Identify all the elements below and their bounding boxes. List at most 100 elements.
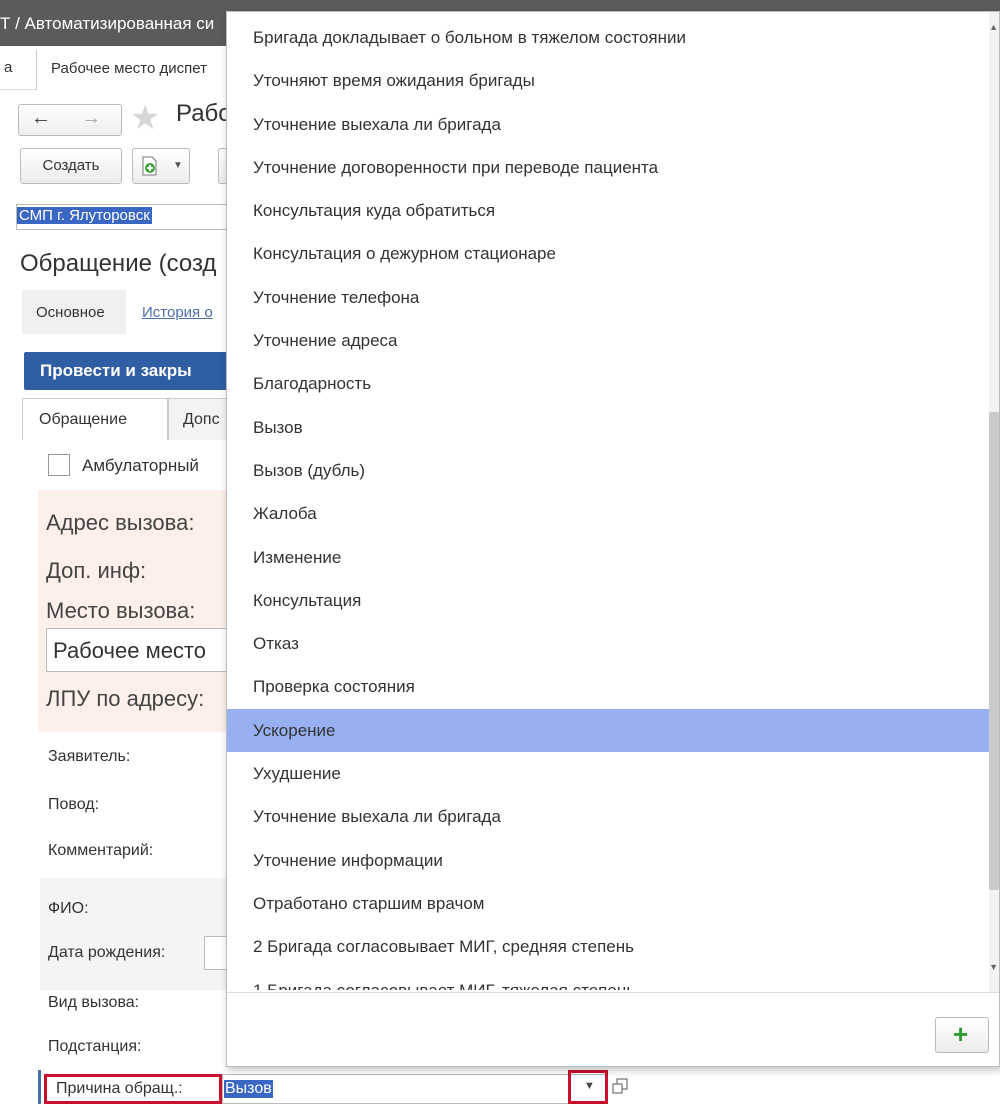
window-title: Т / Автоматизированная си — [0, 14, 215, 33]
back-arrow-icon[interactable]: ← — [31, 107, 51, 130]
appeal-reason-field[interactable] — [222, 1074, 608, 1104]
dropdown-item[interactable]: Уточнение адреса — [227, 319, 993, 362]
dropdown-item-label: Бригада докладывает о больном в тяжелом … — [253, 28, 686, 47]
dropdown-item-label: Консультация о дежурном стационаре — [253, 244, 556, 264]
post-and-close-button[interactable]: Провести и закры — [24, 352, 234, 390]
tab-previous[interactable]: а — [4, 59, 12, 76]
dropdown-item[interactable]: Уточнение договоренности при переводе па… — [227, 146, 993, 189]
reason-label: Повод: — [48, 796, 100, 813]
appeal-reason-dropdown: Бригада докладывает о больном в тяжелом … — [226, 11, 1000, 1067]
organization-value: СМП г. Ялуторовск — [17, 207, 152, 224]
extra-info-label: Доп. инф: — [46, 558, 147, 583]
substation-label: Подстанция: — [48, 1038, 142, 1055]
scrollbar-thumb[interactable] — [989, 412, 999, 890]
dropdown-item[interactable]: Благодарность — [227, 362, 993, 405]
tab-main[interactable]: Основное — [22, 290, 126, 334]
favorite-star-icon[interactable]: ★ — [130, 98, 160, 138]
dropdown-item[interactable]: Консультация — [227, 579, 993, 622]
dropdown-item[interactable]: Уточнение выехала ли бригада — [227, 795, 993, 838]
dropdown-item-label: Изменение — [253, 547, 342, 567]
scroll-up-icon[interactable]: ▲ — [989, 22, 998, 32]
dropdown-item[interactable]: Ускорение — [227, 708, 993, 753]
dropdown-item[interactable]: Уточнение информации — [227, 839, 993, 882]
dropdown-item-label: Ускорение — [253, 720, 336, 740]
dropdown-item[interactable]: Проверка состояния — [227, 665, 993, 708]
dropdown-item[interactable]: Отказ — [227, 622, 993, 665]
plus-icon: + — [953, 1019, 969, 1049]
birth-date-field[interactable] — [204, 936, 228, 970]
birth-date-label: Дата рождения: — [48, 944, 166, 961]
tab-history[interactable]: История о — [142, 304, 213, 321]
dropdown-item[interactable]: Вызов (дубль) — [227, 449, 993, 492]
dropdown-item-label: Консультация — [253, 590, 362, 610]
dropdown-item[interactable]: Изменение — [227, 536, 993, 579]
scroll-down-icon[interactable]: ▼ — [989, 962, 998, 972]
ambulatory-label: Амбулаторный — [82, 456, 199, 475]
dropdown-item-label: Уточнение телефона — [253, 287, 420, 307]
dropdown-item-label: Уточнение договоренности при переводе па… — [253, 157, 659, 177]
dropdown-item-label: Ухудшение — [253, 764, 341, 784]
dropdown-item-label: Вызов — [253, 417, 303, 437]
dropdown-item[interactable]: Бригада докладывает о больном в тяжелом … — [227, 16, 993, 59]
create-button[interactable]: Создать — [20, 148, 122, 184]
subtab-additional-label: Допс — [183, 411, 220, 428]
call-type-label: Вид вызова: — [48, 994, 140, 1011]
dropdown-item[interactable]: Уточнение выехала ли бригада — [227, 103, 993, 146]
dropdown-item[interactable]: Уточняют время ожидания бригады — [227, 59, 993, 102]
forward-arrow-icon[interactable]: → — [81, 107, 101, 130]
dropdown-item-label: Вызов (дубль) — [253, 460, 366, 480]
dropdown-item-label: Жалоба — [253, 504, 317, 524]
dropdown-item-label: Уточняют время ожидания бригады — [253, 71, 535, 91]
dropdown-item[interactable]: 1 Бригада согласовывает МИГ, тяжелая сте… — [227, 969, 993, 990]
dropdown-list: Бригада докладывает о больном в тяжелом … — [227, 16, 993, 990]
appeal-reason-value: Вызов — [224, 1080, 273, 1098]
tab-dispatcher-workplace[interactable]: Рабочее место диспет — [36, 50, 236, 90]
dropdown-item-label: Проверка состояния — [253, 677, 415, 697]
open-form-icon[interactable] — [610, 1076, 632, 1098]
dropdown-item[interactable]: Уточнение телефона — [227, 276, 993, 319]
call-place-field[interactable]: Рабочее место — [46, 628, 236, 672]
fio-label: ФИО: — [48, 900, 89, 917]
focus-indicator — [38, 1070, 41, 1104]
chevron-down-icon: ▼ — [173, 160, 183, 171]
dropdown-item-label: Уточнение выехала ли бригада — [253, 114, 501, 134]
dropdown-item[interactable]: 2 Бригада согласовывает МИГ, средняя сте… — [227, 925, 993, 968]
history-nav: ← → — [18, 104, 122, 136]
call-place-value: Рабочее место — [53, 638, 207, 663]
address-label: Адрес вызова: — [46, 510, 195, 535]
appeal-reason-label: Причина обращ.: — [56, 1080, 183, 1097]
page-title: Рабо — [176, 100, 232, 127]
dropdown-item-label: Благодарность — [253, 374, 372, 394]
add-document-button[interactable]: ▼ — [132, 148, 190, 184]
dropdown-item-label: Уточнение информации — [253, 850, 443, 870]
dropdown-item[interactable]: Вызов — [227, 406, 993, 449]
document-add-icon — [142, 156, 157, 176]
call-place-label: Место вызова: — [46, 598, 196, 623]
form-subtabs: Обращение Допс — [22, 398, 238, 440]
organization-field[interactable]: СМП г. Ялуторовск — [16, 204, 236, 230]
dropdown-scrollbar[interactable]: ▲ ▼ — [989, 12, 999, 992]
dropdown-item[interactable]: Отработано старшим врачом — [227, 882, 993, 925]
dropdown-item-label: 1 Бригада согласовывает МИГ, тяжелая сте… — [253, 981, 635, 990]
form-title: Обращение (созд — [20, 250, 217, 277]
dropdown-item[interactable]: Консультация о дежурном стационаре — [227, 232, 993, 275]
comment-label: Комментарий: — [48, 842, 154, 859]
subtab-appeal-label: Обращение — [39, 411, 127, 428]
dropdown-item[interactable]: Жалоба — [227, 492, 993, 535]
post-and-close-label: Провести и закры — [40, 361, 192, 380]
dropdown-item-label: Уточнение выехала ли бригада — [253, 807, 501, 827]
lpu-label: ЛПУ по адресу: — [46, 686, 205, 711]
dropdown-item-label: Уточнение адреса — [253, 331, 398, 351]
dropdown-item[interactable]: Консультация куда обратиться — [227, 189, 993, 232]
dropdown-item[interactable]: Ухудшение — [227, 752, 993, 795]
dropdown-item-label: Отработано старшим врачом — [253, 893, 485, 913]
chevron-down-icon[interactable]: ▼ — [584, 1080, 595, 1092]
tab-main-label: Основное — [36, 304, 105, 321]
add-item-button[interactable]: + — [935, 1017, 989, 1053]
ambulatory-checkbox[interactable] — [48, 454, 70, 476]
patient-section — [40, 878, 240, 990]
dropdown-item-label: Отказ — [253, 634, 299, 654]
dropdown-item-label: Консультация куда обратиться — [253, 201, 496, 221]
dropdown-item-label: 2 Бригада согласовывает МИГ, средняя сте… — [253, 937, 634, 957]
subtab-appeal[interactable]: Обращение — [22, 398, 168, 440]
